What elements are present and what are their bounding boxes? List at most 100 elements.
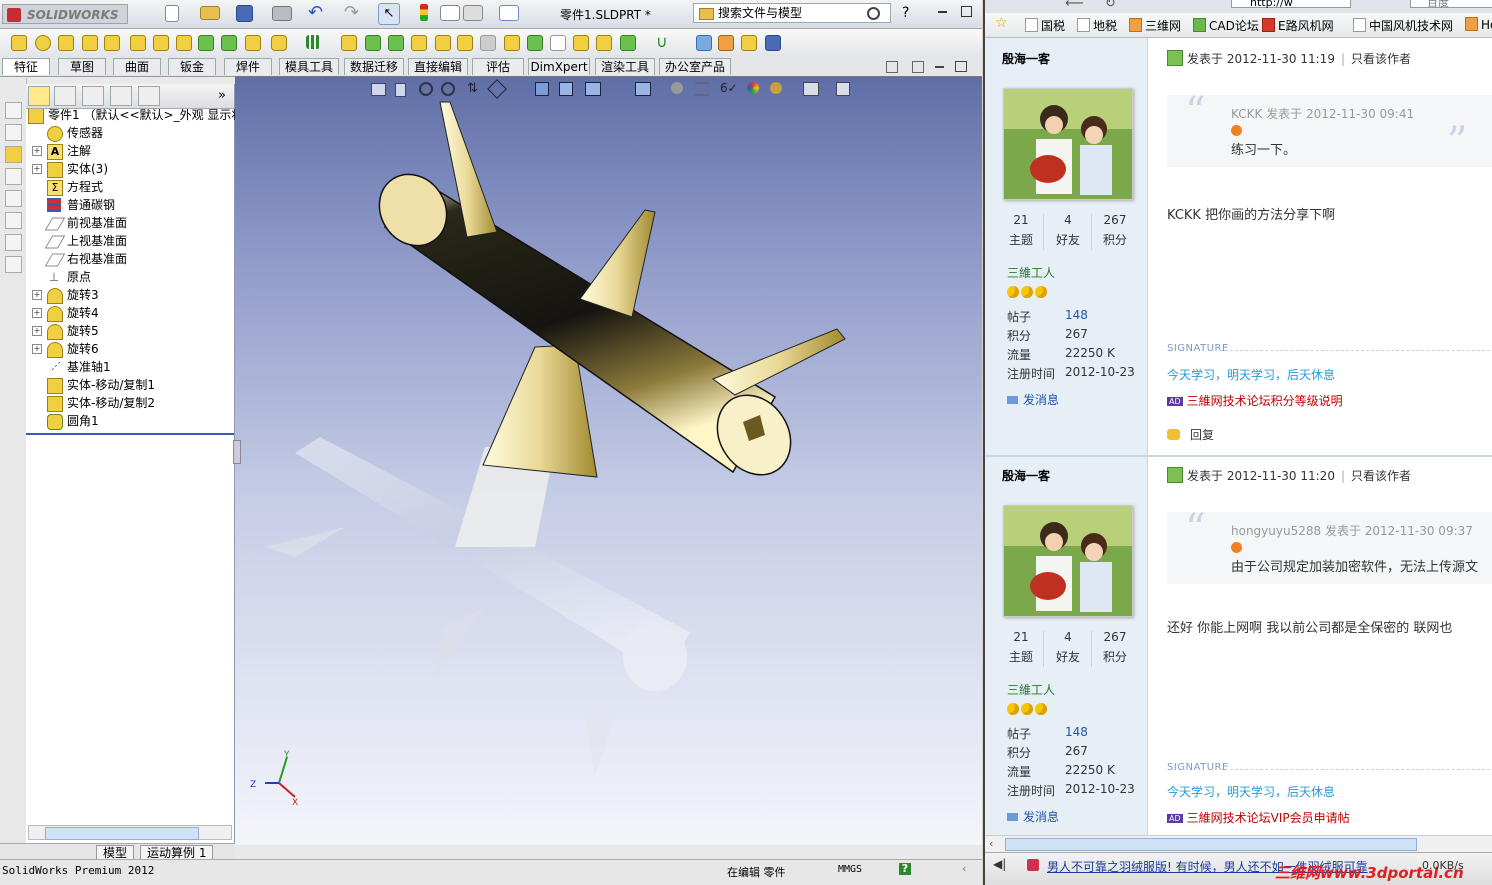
combine-icon[interactable] xyxy=(527,35,543,51)
zoom-to-fit-icon[interactable] xyxy=(419,82,433,96)
tab-weldments[interactable]: 焊件 xyxy=(224,58,272,75)
tab-mold-tools[interactable]: 模具工具 xyxy=(279,58,339,75)
send-message-link[interactable]: 发消息 xyxy=(1007,808,1059,825)
tab-data-migration[interactable]: 数据迁移 xyxy=(344,58,404,75)
swept-boss-icon[interactable] xyxy=(58,35,74,51)
rebuild-icon[interactable] xyxy=(420,4,428,21)
expand-icon[interactable]: + xyxy=(32,344,42,354)
fav-link[interactable]: 中国风机技术网 xyxy=(1353,17,1453,34)
tile-icon[interactable] xyxy=(886,61,898,73)
tab-surfaces[interactable]: 曲面 xyxy=(113,58,161,75)
browser-horizontal-scrollbar[interactable]: ‹ xyxy=(985,835,1492,852)
doc-restore-icon[interactable] xyxy=(955,61,967,72)
move-copy-body-icon[interactable] xyxy=(596,35,612,51)
restore-icon[interactable] xyxy=(961,6,972,17)
boundary-cut-icon[interactable] xyxy=(245,35,261,51)
jump-to-post-icon[interactable] xyxy=(1231,542,1242,553)
options-icon[interactable] xyxy=(463,5,483,21)
section-view-icon[interactable] xyxy=(395,83,406,97)
tab-dimxpert[interactable]: DimXpert xyxy=(528,58,590,75)
side-tool-icon[interactable] xyxy=(5,234,22,251)
fav-link[interactable]: 国税 xyxy=(1025,17,1065,34)
dome-icon[interactable] xyxy=(435,35,451,51)
wrap-icon[interactable] xyxy=(411,35,427,51)
hide-show-icon[interactable] xyxy=(535,82,549,96)
fav-link[interactable]: 三维网 xyxy=(1129,17,1181,34)
status-help-icon[interactable]: ? xyxy=(899,863,911,875)
shell-icon[interactable] xyxy=(388,35,404,51)
side-tool-icon[interactable] xyxy=(5,212,22,229)
previous-view-icon[interactable] xyxy=(371,83,386,96)
avatar[interactable] xyxy=(1003,88,1133,200)
swept-cut-icon[interactable] xyxy=(198,35,214,51)
tab-sketch[interactable]: 草图 xyxy=(58,58,106,75)
file-properties-icon[interactable] xyxy=(440,5,460,21)
grid-view-icon[interactable] xyxy=(499,5,519,21)
fav-link[interactable]: 地税 xyxy=(1077,17,1117,34)
appearance-icon[interactable] xyxy=(747,82,759,94)
display-manager-tab[interactable] xyxy=(138,86,160,106)
browser-search-input[interactable]: 百度 xyxy=(1410,0,1492,8)
tab-evaluate[interactable]: 评估 xyxy=(472,58,524,75)
scene-icon[interactable] xyxy=(770,82,782,94)
freeform-icon[interactable] xyxy=(718,35,734,51)
expand-icon[interactable]: + xyxy=(32,308,42,318)
rib-icon[interactable] xyxy=(341,35,357,51)
reference-geometry-icon[interactable] xyxy=(504,35,520,51)
minimize-icon[interactable] xyxy=(938,11,947,13)
side-tool-icon[interactable] xyxy=(5,190,22,207)
side-tool-icon[interactable] xyxy=(5,256,22,273)
linear-pattern-icon[interactable] xyxy=(306,35,320,49)
status-arrow-icon[interactable]: ‹ xyxy=(962,862,966,875)
quote-author[interactable]: hongyuyu5288 发表于 2012-11-30 09:37 xyxy=(1231,522,1473,539)
boundary-boss-icon[interactable] xyxy=(104,35,120,51)
expand-icon[interactable]: + xyxy=(32,146,42,156)
side-tool-icon[interactable] xyxy=(5,124,22,141)
points-count[interactable]: 267 xyxy=(1095,213,1135,227)
fillet-icon[interactable] xyxy=(271,35,287,51)
extruded-boss-icon[interactable] xyxy=(11,35,27,51)
search-icon[interactable] xyxy=(867,7,880,20)
search-models-input[interactable]: 搜索文件与模型 xyxy=(693,3,891,23)
flex-icon[interactable] xyxy=(741,35,757,51)
display-pane-icon[interactable] xyxy=(803,82,819,96)
lofted-cut-icon[interactable] xyxy=(221,35,237,51)
quote-author[interactable]: KCKK 发表于 2012-11-30 09:41 xyxy=(1231,105,1414,122)
tab-office-products[interactable]: 办公室产品 xyxy=(659,58,731,75)
scroll-thumb[interactable] xyxy=(1005,838,1417,851)
solidworks-logo[interactable]: SOLIDWORKS xyxy=(2,4,128,24)
status-units[interactable]: MMGS xyxy=(838,864,862,875)
info-value[interactable]: 148 xyxy=(1065,308,1088,322)
side-tool-icon[interactable] xyxy=(5,102,22,119)
view-orientation-icon[interactable]: ⇅ xyxy=(467,81,478,96)
revolved-boss-icon[interactable] xyxy=(35,35,51,51)
fav-link[interactable]: Ho xyxy=(1465,17,1492,32)
graphics-viewport[interactable]: Y X Z ⇅ 6✓ xyxy=(235,76,982,845)
scroll-left-icon[interactable]: ‹ xyxy=(989,837,993,850)
help-icon[interactable]: ? xyxy=(902,5,909,21)
view-cube-icon[interactable] xyxy=(559,82,573,96)
draft-icon[interactable] xyxy=(365,35,381,51)
view-settings-icon[interactable] xyxy=(695,82,709,96)
points-count[interactable]: 267 xyxy=(1095,630,1135,644)
address-bar[interactable]: http://w xyxy=(1231,0,1351,8)
feature-manager-tab[interactable] xyxy=(28,86,50,106)
undo-icon[interactable]: ↶ xyxy=(308,4,326,23)
back-icon[interactable]: ⟵ xyxy=(1065,0,1084,11)
panel-splitter[interactable] xyxy=(233,440,241,464)
curve-icon[interactable]: ∪ xyxy=(656,34,670,50)
tab-render-tools[interactable]: 渲染工具 xyxy=(595,58,655,75)
ad-link[interactable]: AD 三維网技术论坛积分等级说明 xyxy=(1167,392,1343,409)
edit-appearance-icon[interactable] xyxy=(671,82,683,94)
author-name[interactable]: 殷海一客 xyxy=(1002,50,1050,67)
fav-link[interactable]: CAD论坛 xyxy=(1193,17,1259,34)
split-view-icon[interactable] xyxy=(912,61,924,73)
sketch-icon[interactable] xyxy=(765,35,781,51)
split-icon[interactable] xyxy=(550,35,566,51)
jump-to-post-icon[interactable] xyxy=(1231,125,1242,136)
expand-icon[interactable]: + xyxy=(32,290,42,300)
configuration-manager-tab[interactable] xyxy=(82,86,104,106)
topics-count[interactable]: 21 xyxy=(1001,630,1041,644)
fav-link[interactable]: E路风机网 xyxy=(1262,17,1334,34)
revolved-cut-icon[interactable] xyxy=(176,35,192,51)
